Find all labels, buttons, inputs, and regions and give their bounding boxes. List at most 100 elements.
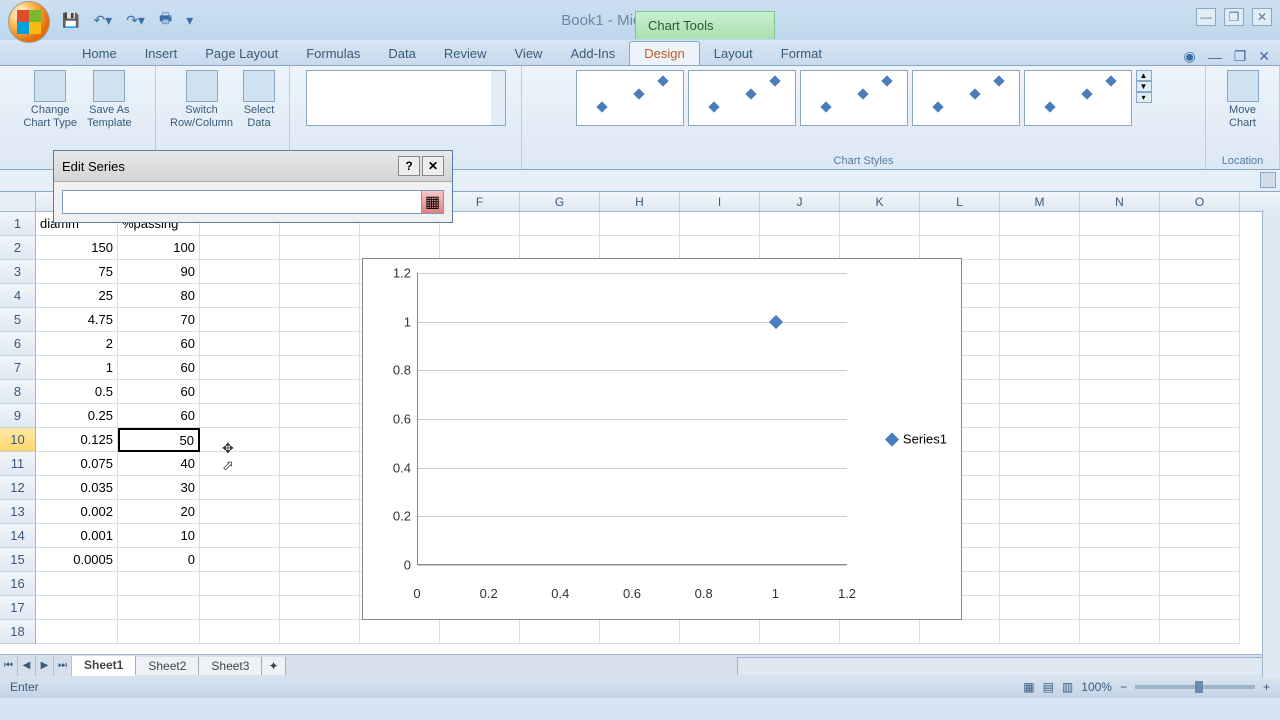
- sheet-nav-prev-icon[interactable]: ◀: [18, 656, 36, 676]
- row-header[interactable]: 17: [0, 596, 36, 620]
- cell[interactable]: [1160, 500, 1240, 524]
- cell[interactable]: [1080, 428, 1160, 452]
- cell[interactable]: [1080, 380, 1160, 404]
- cell[interactable]: [1160, 380, 1240, 404]
- minimize-icon[interactable]: —: [1196, 8, 1216, 26]
- cell[interactable]: [680, 212, 760, 236]
- cell[interactable]: [280, 428, 360, 452]
- cell[interactable]: [440, 620, 520, 644]
- cell[interactable]: [1000, 308, 1080, 332]
- chart-layout-gallery[interactable]: [306, 70, 506, 126]
- cell[interactable]: [600, 236, 680, 260]
- cell[interactable]: 100: [118, 236, 200, 260]
- cell[interactable]: [280, 476, 360, 500]
- cell[interactable]: [200, 236, 280, 260]
- cell[interactable]: [1000, 380, 1080, 404]
- cell[interactable]: [440, 236, 520, 260]
- tab-view[interactable]: View: [501, 42, 557, 65]
- edit-series-dialog[interactable]: Edit Series ? ✕ ▦: [53, 150, 453, 223]
- cell[interactable]: [280, 308, 360, 332]
- cell[interactable]: [1160, 284, 1240, 308]
- switch-row-column-button[interactable]: Switch Row/Column: [170, 70, 233, 130]
- worksheet-grid[interactable]: 1diamm%passing2150100375904258054.757062…: [0, 212, 1280, 654]
- row-header[interactable]: 12: [0, 476, 36, 500]
- cell[interactable]: [118, 572, 200, 596]
- cell[interactable]: [1000, 596, 1080, 620]
- formula-bar-expand-icon[interactable]: [1260, 172, 1276, 188]
- cell[interactable]: [1000, 452, 1080, 476]
- tab-insert[interactable]: Insert: [131, 42, 192, 65]
- tab-format[interactable]: Format: [767, 42, 836, 65]
- cell[interactable]: 40: [118, 452, 200, 476]
- gallery-scroll[interactable]: ▲▼▾: [1136, 70, 1152, 103]
- row-header[interactable]: 14: [0, 524, 36, 548]
- chart-legend[interactable]: Series1: [887, 432, 947, 447]
- cell[interactable]: [1080, 572, 1160, 596]
- cell[interactable]: [840, 620, 920, 644]
- col-header-L[interactable]: L: [920, 192, 1000, 211]
- view-page-break-icon[interactable]: ▥: [1062, 680, 1073, 694]
- cell[interactable]: [600, 212, 680, 236]
- row-header[interactable]: 13: [0, 500, 36, 524]
- cell[interactable]: [1080, 476, 1160, 500]
- cell[interactable]: [200, 524, 280, 548]
- col-header-G[interactable]: G: [520, 192, 600, 211]
- cell[interactable]: [920, 236, 1000, 260]
- cell[interactable]: [200, 332, 280, 356]
- row-header[interactable]: 8: [0, 380, 36, 404]
- cell[interactable]: [1160, 332, 1240, 356]
- ribbon-restore-icon[interactable]: ❐: [1234, 48, 1247, 65]
- change-chart-type-button[interactable]: Change Chart Type: [23, 70, 77, 130]
- view-page-layout-icon[interactable]: ▤: [1043, 680, 1054, 694]
- cell[interactable]: [1080, 404, 1160, 428]
- cell[interactable]: [200, 284, 280, 308]
- embedded-chart[interactable]: Series1 00.20.40.60.811.200.20.40.60.811…: [362, 258, 962, 620]
- row-header[interactable]: 2: [0, 236, 36, 260]
- cell[interactable]: 60: [118, 380, 200, 404]
- cell[interactable]: [760, 620, 840, 644]
- cell[interactable]: [840, 212, 920, 236]
- zoom-out-icon[interactable]: −: [1120, 680, 1127, 694]
- cell[interactable]: [1080, 308, 1160, 332]
- cell[interactable]: [1000, 260, 1080, 284]
- cell[interactable]: [1080, 548, 1160, 572]
- cell[interactable]: [36, 620, 118, 644]
- col-header-H[interactable]: H: [600, 192, 680, 211]
- cell[interactable]: 0.075: [36, 452, 118, 476]
- cell[interactable]: 30: [118, 476, 200, 500]
- cell[interactable]: [280, 404, 360, 428]
- tab-layout[interactable]: Layout: [700, 42, 767, 65]
- cell[interactable]: [1000, 236, 1080, 260]
- cell[interactable]: [1080, 260, 1160, 284]
- cell[interactable]: [1160, 572, 1240, 596]
- cell[interactable]: [1160, 524, 1240, 548]
- cell[interactable]: 60: [118, 356, 200, 380]
- select-all-corner[interactable]: [0, 192, 36, 211]
- view-normal-icon[interactable]: ▦: [1023, 680, 1034, 694]
- cell[interactable]: [200, 356, 280, 380]
- sheet-nav-last-icon[interactable]: ⏭: [54, 656, 72, 676]
- cell[interactable]: 0.035: [36, 476, 118, 500]
- cell[interactable]: [280, 332, 360, 356]
- cell[interactable]: [200, 260, 280, 284]
- cell[interactable]: [200, 428, 280, 452]
- cell[interactable]: [280, 548, 360, 572]
- cell[interactable]: [1000, 332, 1080, 356]
- cell[interactable]: 1: [36, 356, 118, 380]
- cell[interactable]: [360, 236, 440, 260]
- cell[interactable]: 4.75: [36, 308, 118, 332]
- cell[interactable]: [280, 236, 360, 260]
- zoom-in-icon[interactable]: +: [1263, 680, 1270, 694]
- cell[interactable]: [1080, 212, 1160, 236]
- move-chart-button[interactable]: Move Chart: [1227, 70, 1259, 130]
- cell[interactable]: [1160, 236, 1240, 260]
- cell[interactable]: [520, 236, 600, 260]
- cell[interactable]: [1160, 548, 1240, 572]
- cell[interactable]: 150: [36, 236, 118, 260]
- qat-customize-icon[interactable]: ▾: [186, 12, 193, 29]
- cell[interactable]: [1160, 260, 1240, 284]
- cell[interactable]: 10: [118, 524, 200, 548]
- row-header[interactable]: 15: [0, 548, 36, 572]
- cell[interactable]: [1160, 620, 1240, 644]
- ribbon-close-icon[interactable]: ✕: [1258, 48, 1270, 65]
